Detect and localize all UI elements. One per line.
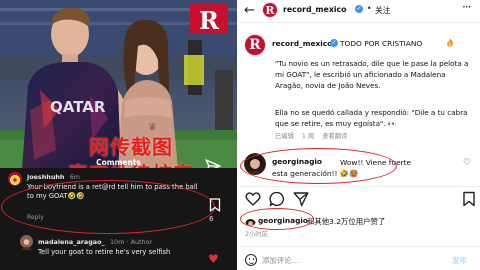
post-age: 1 周 — [301, 133, 315, 140]
bookmark-icon[interactable] — [461, 191, 477, 207]
avatar-joeshhuhh[interactable] — [8, 172, 22, 186]
caption-paragraph-2: Ella no se quedó callada y respondió: "D… — [275, 108, 468, 128]
input-divider — [240, 246, 480, 247]
watermark-line-1: 网传截图 — [89, 135, 173, 159]
fire-emoji-icon — [447, 38, 453, 47]
separator-dot: • — [367, 4, 372, 13]
verified-badge-icon: ✓ — [355, 5, 363, 13]
comment-2-user[interactable]: madalena_aragao_ — [38, 238, 105, 246]
comment-divider — [240, 186, 480, 187]
post-comment-button[interactable]: 发布 — [452, 255, 467, 266]
comment-2-time: 10m — [109, 238, 125, 246]
comments-header: Comments — [96, 158, 141, 167]
add-comment-input[interactable] — [262, 253, 442, 267]
likes-count-text[interactable]: 和其他3.2万位用户赞了 — [307, 216, 385, 227]
comment-1-time: 6m — [69, 173, 80, 181]
back-arrow-icon[interactable]: ← — [244, 4, 256, 18]
header-divider — [240, 22, 480, 23]
annotation-circle-likes — [240, 208, 314, 230]
author-badge-label: Author — [130, 238, 153, 246]
post-timestamp: 2小时前 — [245, 231, 268, 238]
svg-text:QATAR: QATAR — [50, 98, 106, 116]
post-author-avatar[interactable]: R — [244, 34, 266, 56]
share-icon[interactable] — [293, 191, 309, 207]
post-meta: 已编辑 1 周查看翻译 — [275, 131, 355, 140]
caption-paragraph-1: "Tu novio es un retrasado, dile que le p… — [275, 59, 469, 90]
record-logo-avatar[interactable]: R — [262, 2, 278, 18]
follow-button[interactable]: 关注 — [375, 5, 391, 16]
see-translation-link[interactable]: 查看翻译 — [322, 133, 347, 140]
comment-1-user[interactable]: joeshhuhh — [27, 173, 64, 181]
svg-text:♛: ♛ — [148, 122, 157, 133]
heart-filled-icon[interactable]: ♥ — [208, 252, 219, 266]
svg-text:R: R — [199, 6, 220, 35]
comment-icon[interactable] — [269, 191, 285, 207]
bookmark-count: 6 — [209, 215, 214, 223]
comment-2-username[interactable]: madalena_aragao_ 10m · Author — [38, 238, 152, 246]
avatar-madalena[interactable] — [20, 235, 33, 250]
edited-label: 已编辑 — [275, 133, 294, 140]
annotation-circle-left — [1, 180, 215, 234]
header-account-name[interactable]: record_mexico — [283, 5, 347, 14]
bookmark-icon[interactable] — [209, 198, 221, 212]
comment-2-text: Tell your goat to retire he's very selfi… — [38, 248, 171, 256]
annotation-circle-comment — [240, 148, 397, 184]
more-options-icon[interactable]: ··· — [462, 0, 472, 14]
comment-like-icon[interactable]: ♡ — [463, 158, 471, 168]
heart-icon[interactable] — [245, 191, 261, 207]
video-panel: R QATAR ♛ 网传截图 真实性待核实 Comments — [0, 0, 237, 270]
verified-badge-icon: ✓ — [330, 39, 338, 47]
author-badge: · Author — [126, 238, 153, 246]
comment-1-username[interactable]: joeshhuhh 6m — [27, 173, 80, 181]
post-title: TODO POR CRISTIANO — [340, 39, 423, 48]
emoji-icon[interactable] — [245, 254, 257, 266]
post-author-name[interactable]: record_mexico — [272, 39, 332, 48]
instagram-post-panel: ← R record_mexico ✓ • 关注 ··· R record_me… — [240, 0, 480, 270]
